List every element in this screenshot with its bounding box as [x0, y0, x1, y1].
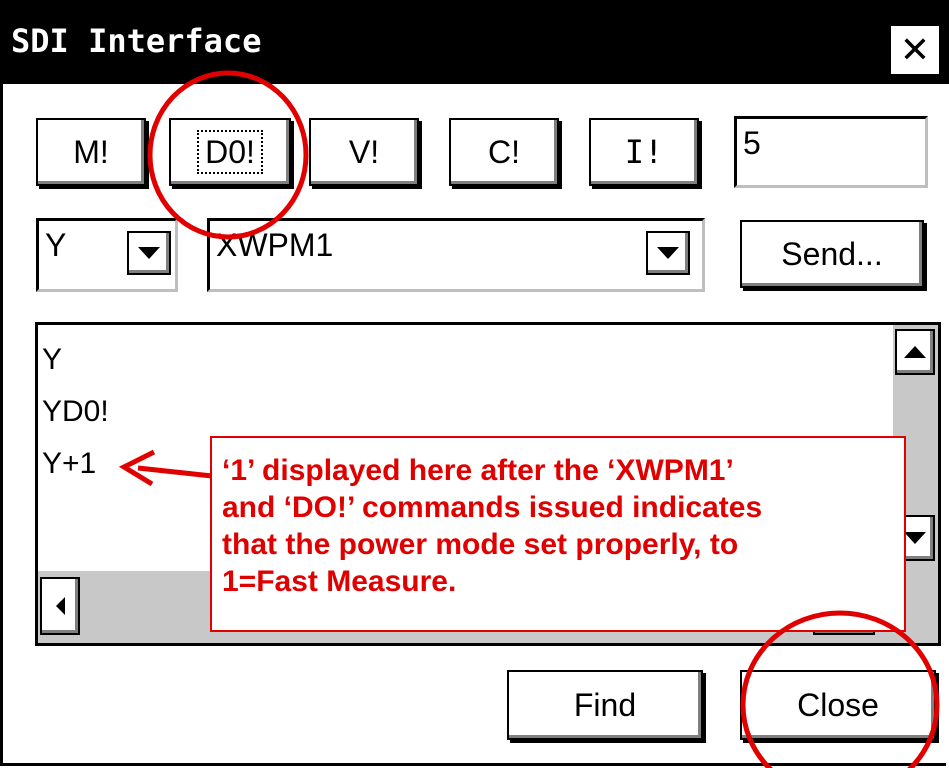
log-line: YD0!	[42, 395, 109, 428]
log-line: Y+1	[42, 447, 97, 480]
address-select[interactable]: Y	[36, 218, 178, 292]
find-button[interactable]: Find	[507, 670, 703, 740]
v-command-label: V!	[348, 133, 380, 170]
close-icon: ✕	[899, 29, 931, 71]
c-command-button[interactable]: C!	[449, 118, 559, 186]
scroll-left-button[interactable]	[40, 577, 80, 635]
m-command-button[interactable]: M!	[36, 118, 146, 186]
log-line: Y	[42, 343, 63, 376]
scroll-up-icon	[904, 346, 926, 358]
close-label: Close	[797, 686, 879, 723]
address-select-value: Y	[45, 227, 67, 263]
command-select-value: XWPM1	[216, 227, 334, 263]
title-bar: SDI Interface ✕	[3, 0, 949, 84]
window-title: SDI Interface	[11, 22, 262, 60]
count-value: 5	[743, 125, 761, 161]
scroll-down-icon	[904, 532, 926, 544]
send-button[interactable]: Send...	[740, 220, 924, 288]
command-select[interactable]: XWPM1	[207, 218, 705, 292]
c-command-label: C!	[488, 133, 520, 170]
address-dropdown-button[interactable]	[127, 231, 171, 275]
close-button[interactable]: Close	[740, 670, 936, 740]
dropdown-arrow-icon	[138, 247, 160, 259]
window-close-button[interactable]: ✕	[889, 24, 941, 76]
scroll-left-icon	[55, 597, 65, 615]
annotation-line: and ‘DO!’ commands issued indicates	[222, 491, 763, 524]
send-label: Send...	[781, 235, 883, 272]
d0-command-label: D0!	[197, 130, 263, 174]
command-dropdown-button[interactable]	[646, 231, 690, 275]
v-command-button[interactable]: V!	[309, 118, 419, 186]
i-command-button[interactable]: I!	[589, 118, 699, 186]
sdi-interface-window: SDI Interface ✕ M! D0! V! C! I! 5 Y XWPM…	[0, 0, 949, 766]
count-input[interactable]: 5	[734, 116, 928, 188]
m-command-label: M!	[73, 133, 109, 170]
annotation-line: 1=Fast Measure.	[222, 565, 457, 598]
find-label: Find	[573, 686, 637, 723]
dropdown-arrow-icon	[657, 247, 679, 259]
annotation-line: that the power mode set properly, to	[222, 528, 739, 561]
scroll-up-button[interactable]	[895, 329, 935, 375]
i-command-label: I!	[624, 133, 664, 171]
d0-command-button[interactable]: D0!	[169, 118, 291, 186]
annotation-line: ‘1’ displayed here after the ‘XWPM1’	[222, 454, 734, 487]
annotation-callout: ‘1’ displayed here after the ‘XWPM1’ and…	[210, 436, 906, 632]
